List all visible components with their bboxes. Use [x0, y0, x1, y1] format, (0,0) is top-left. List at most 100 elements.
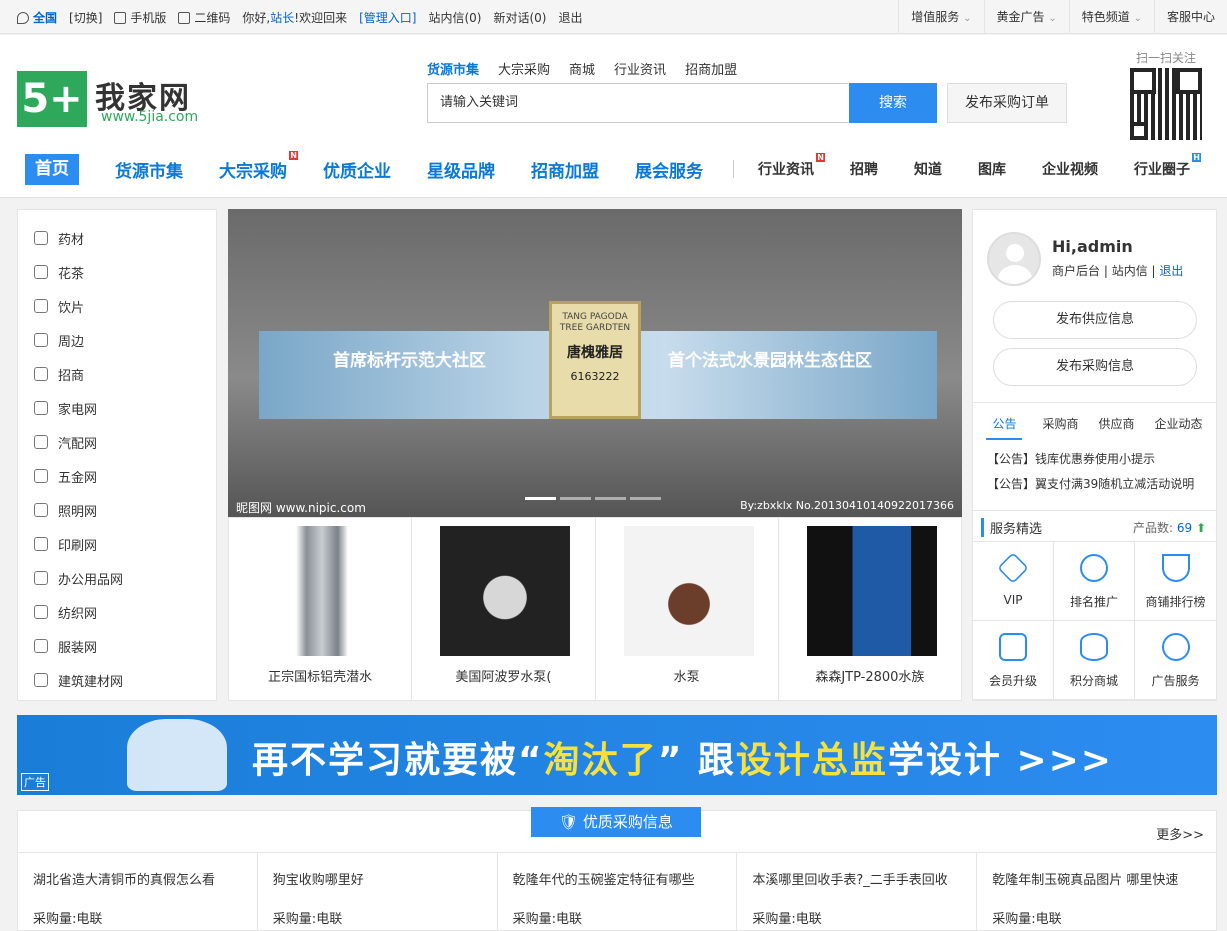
merchant-icon — [34, 367, 48, 381]
category-item[interactable]: 建筑建材网 — [18, 663, 216, 697]
purchase-item[interactable]: 湖北省造大清铜币的真假怎么看 采购量:电联 — [18, 853, 258, 931]
service-points-mall[interactable]: 积分商城 — [1054, 621, 1135, 700]
switch-city-link[interactable]: [切换] — [69, 9, 102, 26]
search-tab-bulk[interactable]: 大宗采购 — [498, 59, 550, 78]
service-upgrade[interactable]: 会员升级 — [973, 621, 1054, 700]
mobile-link[interactable]: 手机版 — [114, 9, 166, 26]
admin-entry-link[interactable]: [管理入口] — [359, 9, 416, 26]
building-icon — [34, 673, 48, 687]
user-logout-link[interactable]: 退出 — [1159, 264, 1183, 278]
category-item[interactable]: 纺织网 — [18, 595, 216, 629]
mobile-label: 手机版 — [130, 10, 167, 25]
category-item[interactable]: 饮片 — [18, 289, 216, 323]
purchase-section: 🛡 优质采购信息 更多>> 湖北省造大清铜币的真假怎么看 采购量:电联 狗宝收购哪… — [17, 807, 1217, 931]
office-icon — [34, 571, 48, 585]
qrcode-link[interactable]: 二维码 — [178, 9, 230, 26]
search-tab-market[interactable]: 货源市集 — [427, 59, 479, 78]
nav-expo[interactable]: 展会服务 — [635, 157, 703, 182]
nav-home[interactable]: 首页 — [25, 153, 79, 185]
search-tab-news[interactable]: 行业资讯 — [614, 59, 666, 78]
category-item[interactable]: 照明网 — [18, 493, 216, 527]
product-card[interactable]: 森森JTP-2800水族 — [779, 518, 961, 700]
logout-link[interactable]: 退出 — [558, 9, 582, 26]
category-item[interactable]: 办公用品网 — [18, 561, 216, 595]
service-shop-rank[interactable]: 商铺排行榜 — [1135, 542, 1216, 621]
ad-banner[interactable]: 再不学习就要被“淘汰了” 跟设计总监学设计 >>> 广告 — [17, 715, 1217, 795]
category-item[interactable]: 五金网 — [18, 459, 216, 493]
trophy-icon — [1161, 554, 1190, 582]
category-item[interactable]: 招商 — [18, 357, 216, 391]
category-item[interactable]: 印刷网 — [18, 527, 216, 561]
publish-purchase-button[interactable]: 发布采购信息 — [993, 348, 1197, 386]
product-row: 正宗国标铝壳潜水 美国阿波罗水泵( 水泵 森森JTP-2800水族 — [228, 517, 962, 701]
banner-watermark-left: 昵图网 www.nipic.com — [236, 501, 366, 515]
nav-market[interactable]: 货源市集 — [115, 157, 183, 182]
nav-gallery[interactable]: 图库 — [978, 159, 1006, 179]
product-title: 正宗国标铝壳潜水 — [268, 670, 373, 685]
nav-jobs[interactable]: 招聘 — [850, 159, 878, 179]
tab-announcement[interactable]: 公告 — [986, 415, 1023, 440]
nav-circle[interactable]: 行业圈子 H — [1134, 153, 1201, 179]
user-inbox-link[interactable]: 站内信 — [1112, 264, 1148, 278]
merchant-backend-link[interactable]: 商户后台 — [1052, 264, 1100, 278]
location[interactable]: 全国 — [17, 9, 57, 26]
menu-gold-ads[interactable]: 黄金广告 ⌄ — [983, 0, 1069, 34]
service-ranking[interactable]: 排名推广 — [1054, 542, 1135, 621]
banner-carousel[interactable]: 首席标杆示范大社区 首个法式水景园林生态住区 TANG PAGODA TREE … — [228, 209, 962, 517]
more-link[interactable]: 更多>> — [1156, 824, 1204, 843]
user-links: 商户后台 | 站内信 | 退出 — [1052, 264, 1184, 278]
carousel-dot[interactable] — [595, 497, 626, 500]
nav-enterprise[interactable]: 优质企业 — [323, 157, 391, 182]
carousel-dot[interactable] — [560, 497, 591, 500]
nav-video[interactable]: 企业视频 — [1042, 159, 1098, 179]
coins-icon — [1080, 633, 1108, 661]
publish-supply-button[interactable]: 发布供应信息 — [993, 301, 1197, 339]
tab-buyers[interactable]: 采购商 — [1042, 415, 1078, 440]
site-owner-link[interactable]: 站长 — [270, 11, 294, 25]
new-chat-link[interactable]: 新对话(0) — [493, 9, 546, 26]
nav-news[interactable]: 行业资讯 N — [758, 153, 825, 179]
auto-parts-icon — [34, 435, 48, 449]
category-item[interactable]: 周边 — [18, 323, 216, 357]
category-item[interactable]: 服装网 — [18, 629, 216, 663]
menu-featured[interactable]: 特色频道 ⌄ — [1068, 0, 1154, 34]
search-button[interactable]: 搜索 — [849, 83, 937, 123]
menu-customer-service[interactable]: 客服中心 — [1153, 0, 1227, 34]
product-card[interactable]: 正宗国标铝壳潜水 — [229, 518, 413, 700]
tab-suppliers[interactable]: 供应商 — [1099, 415, 1135, 440]
tab-company-news[interactable]: 企业动态 — [1155, 415, 1203, 440]
service-vip[interactable]: VIP — [973, 542, 1054, 621]
category-item[interactable]: 汽配网 — [18, 425, 216, 459]
purchase-list: 湖北省造大清铜币的真假怎么看 采购量:电联 狗宝收购哪里好 采购量:电联 乾隆年代的… — [18, 852, 1216, 931]
purchase-item[interactable]: 狗宝收购哪里好 采购量:电联 — [258, 853, 498, 931]
search-tab-franchise[interactable]: 招商加盟 — [685, 59, 737, 78]
search-tab-mall[interactable]: 商城 — [569, 59, 595, 78]
category-item[interactable]: 家电网 — [18, 391, 216, 425]
nav-franchise[interactable]: 招商加盟 — [531, 157, 599, 182]
notice-item[interactable]: 【公告】钱库优惠券使用小提示 — [987, 450, 1155, 467]
product-card[interactable]: 美国阿波罗水泵( — [412, 518, 596, 700]
search-input[interactable]: 请输入关键词 — [427, 83, 848, 123]
nav-qa[interactable]: 知道 — [914, 159, 942, 179]
purchase-item[interactable]: 乾隆年制玉碗真品图片 哪里快速 采购量:电联 — [977, 853, 1216, 931]
product-card[interactable]: 水泵 — [596, 518, 779, 700]
product-image — [623, 526, 754, 656]
purchase-item[interactable]: 乾隆年代的玉碗鉴定特征有哪些 采购量:电联 — [498, 853, 738, 931]
purchase-item[interactable]: 本溪哪里回收手表?_二手手表回收 采购量:电联 — [737, 853, 978, 931]
menu-value-added[interactable]: 增值服务 ⌄ — [898, 0, 983, 34]
notice-item[interactable]: 【公告】翼支付满39随机立减活动说明 — [987, 475, 1194, 492]
greeting: 你好,站长!欢迎回来 — [242, 10, 348, 25]
nav-brand[interactable]: 星级品牌 — [427, 157, 495, 182]
category-item[interactable]: 花茶 — [18, 255, 216, 289]
nav-bulk[interactable]: 大宗采购 N — [219, 150, 298, 182]
carousel-dot[interactable] — [525, 497, 556, 500]
service-ads[interactable]: 广告服务 — [1135, 621, 1216, 700]
site-logo[interactable]: 5+ 我家网 www.5jia.com — [17, 71, 199, 127]
category-item[interactable]: 药材 — [18, 221, 216, 255]
avatar[interactable] — [987, 232, 1041, 286]
home-icon — [34, 333, 48, 347]
textile-icon — [34, 605, 48, 619]
carousel-dot[interactable] — [630, 497, 661, 500]
publish-order-button[interactable]: 发布采购订单 — [947, 83, 1067, 123]
inbox-link[interactable]: 站内信(0) — [428, 9, 481, 26]
